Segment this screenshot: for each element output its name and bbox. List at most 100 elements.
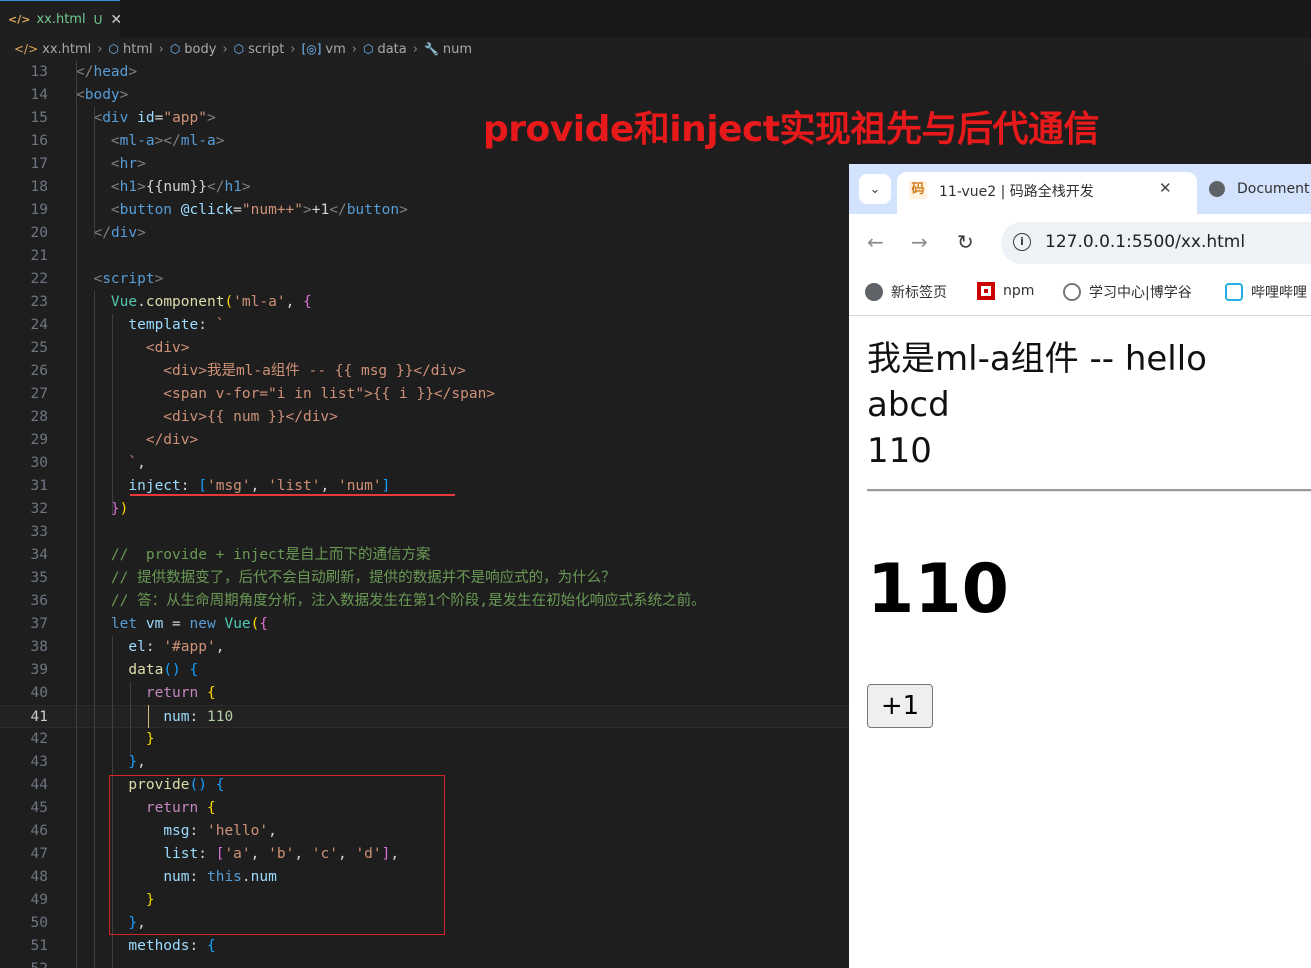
line-number: 15 [30, 110, 48, 126]
indent-guide [76, 61, 77, 968]
url-text: 127.0.0.1:5500/xx.html [1045, 232, 1246, 252]
code-line[interactable]: 52 [0, 958, 849, 968]
code-line[interactable]: 18 <h1>{{num}}</h1> [0, 176, 849, 199]
code-line[interactable]: 32 }) [0, 498, 849, 521]
bookmark-npm[interactable]: npm [977, 282, 1034, 300]
breadcrumb-item[interactable]: ⬡ script › [234, 42, 302, 57]
code-token: > [137, 225, 146, 241]
code-text: template: ` [76, 314, 224, 337]
code-line[interactable]: 38 el: '#app', [0, 636, 849, 659]
code-token: , [250, 478, 269, 494]
code-line[interactable]: 20 </div> [0, 222, 849, 245]
code-token: 'num' [337, 478, 382, 494]
line-number: 26 [30, 363, 48, 379]
chevron-right-icon: › [158, 41, 164, 57]
code-token: : [198, 317, 216, 333]
indent-guide [94, 291, 95, 968]
code-token: , [320, 478, 338, 494]
bookmark-bilibili[interactable]: 哔哩哔哩 [1225, 282, 1307, 302]
code-line[interactable]: 39 data() { [0, 659, 849, 682]
code-line[interactable]: 19 <button @click="num++">+1</button> [0, 199, 849, 222]
bookmark-new-tab[interactable]: 新标签页 [865, 282, 947, 302]
site-info-icon[interactable]: i [1013, 233, 1031, 251]
code-token: > [119, 87, 129, 103]
line-number: 27 [30, 386, 48, 402]
code-token: num [163, 709, 190, 725]
element-icon: ⬡ [233, 42, 245, 56]
close-tab-icon[interactable]: ✕ [1159, 179, 1172, 197]
code-token: Vue [224, 616, 251, 632]
code-line[interactable]: 24 template: ` [0, 314, 849, 337]
breadcrumb-item[interactable]: ⬡ html › [109, 42, 170, 57]
code-line[interactable]: 37 let vm = new Vue({ [0, 613, 849, 636]
code-line[interactable]: 26 <div>我是ml-a组件 -- {{ msg }}</div> [0, 360, 849, 383]
breadcrumb-item[interactable]: [◎] vm › [302, 42, 363, 57]
increment-button[interactable]: +1 [867, 684, 933, 728]
code-line[interactable]: 13 </head> [0, 61, 849, 84]
line-number: 35 [30, 570, 48, 586]
breadcrumb-label: html [122, 41, 153, 57]
code-token: h1 [119, 179, 138, 195]
code-token: 'ml-a' [233, 294, 286, 310]
code-line[interactable]: 40 return { [0, 682, 849, 705]
code-line[interactable]: 34 // provide + inject是自上而下的通信方案 [0, 544, 849, 567]
code-line[interactable]: 23 Vue.component('ml-a', { [0, 291, 849, 314]
line-number: 14 [30, 87, 48, 103]
code-text: <h1>{{num}}</h1> [76, 176, 251, 199]
code-token: { [259, 616, 269, 632]
code-line[interactable]: 35 // 提供数据变了，后代不会自动刷新，提供的数据并不是响应式的，为什么？ [0, 567, 849, 590]
address-bar[interactable]: i 127.0.0.1:5500/xx.html [1001, 222, 1311, 264]
code-token: , [137, 754, 146, 770]
line-number: 33 [30, 524, 48, 540]
breadcrumb-item[interactable]: ⬡ body › [170, 42, 234, 57]
code-line[interactable]: 41 num: 110 [0, 705, 849, 728]
browser-tab-active[interactable]: 码 11-vue2 | 码路全栈开发 ✕ [897, 172, 1197, 214]
code-token: > [215, 133, 225, 149]
num-heading: 110 [867, 550, 1009, 629]
code-line[interactable]: 42 } [0, 728, 849, 751]
code-line[interactable]: 36 // 答：从生命周期角度分析，注入数据发生在第1个阶段,是发生在初始化响应… [0, 590, 849, 613]
html-file-icon: </> [8, 13, 31, 26]
code-line[interactable]: 43 }, [0, 751, 849, 774]
back-arrow-icon[interactable]: ← [867, 230, 884, 254]
code-line[interactable]: 25 <div> [0, 337, 849, 360]
breadcrumb-item[interactable]: </> xx.html › [14, 42, 109, 57]
tab-title: 11-vue2 | 码路全栈开发 [939, 184, 1094, 200]
code-text: </div> [76, 222, 146, 245]
code-line[interactable]: 30 `, [0, 452, 849, 475]
code-token: < [110, 202, 120, 218]
code-line[interactable]: 27 <span v-for="i in list">{{ i }}</span… [0, 383, 849, 406]
code-line[interactable]: 51 methods: { [0, 935, 849, 958]
code-token: < [110, 156, 120, 172]
forward-arrow-icon[interactable]: → [911, 230, 928, 254]
code-token: </ [206, 179, 225, 195]
line-number: 47 [30, 846, 48, 862]
code-line[interactable]: 21 [0, 245, 849, 268]
breadcrumb-item[interactable]: 🔧 num [424, 42, 472, 57]
code-token: // 提供数据变了，后代不会自动刷新，提供的数据并不是响应式的，为什么？ [110, 570, 616, 586]
code-line[interactable]: 29 </div> [0, 429, 849, 452]
tab-search-button[interactable]: ⌄ [859, 174, 891, 204]
breadcrumb-item[interactable]: ⬡ data › [363, 42, 424, 57]
code-token: ml-a [119, 133, 155, 149]
line-number: 13 [30, 64, 48, 80]
active-indent-guide [148, 705, 149, 728]
line-number: 21 [30, 248, 48, 264]
variable-icon: [◎] [301, 42, 322, 56]
code-text: <body> [76, 84, 128, 107]
editor-tab-xx-html[interactable]: </> xx.html U ✕ [0, 0, 122, 38]
code-token: return [145, 685, 199, 701]
code-text: return { [76, 682, 216, 705]
code-line[interactable]: 33 [0, 521, 849, 544]
code-token: { [206, 685, 216, 701]
code-line[interactable]: 28 <div>{{ num }}</div> [0, 406, 849, 429]
browser-tab-document[interactable]: Document [1205, 172, 1311, 206]
reload-icon[interactable]: ↻ [957, 230, 974, 254]
close-icon[interactable]: ✕ [110, 12, 122, 28]
code-line[interactable]: 22 <script> [0, 268, 849, 291]
bookmark-boxuegu[interactable]: 学习中心|博学谷 [1063, 282, 1192, 302]
code-line[interactable]: 17 <hr> [0, 153, 849, 176]
